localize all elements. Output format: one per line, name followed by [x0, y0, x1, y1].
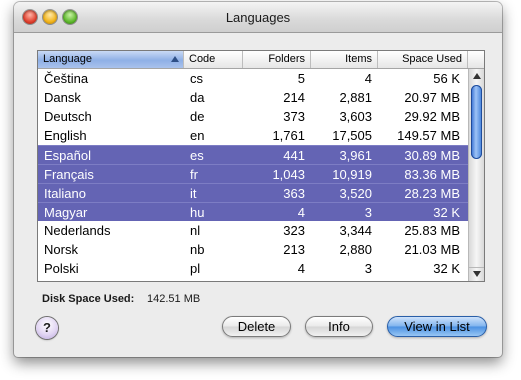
cell-space-used: 25.83 MB: [404, 223, 460, 238]
cell-items: 3,603: [339, 109, 372, 124]
cell-folders: 1,043: [272, 167, 305, 182]
cell-folders: 213: [283, 242, 305, 257]
cell-folders: 1,761: [272, 128, 305, 143]
table-row[interactable]: Français fr 1,043 10,919 83.36 MB: [38, 164, 468, 183]
cell-folders: 4: [297, 205, 305, 220]
cell-items: 2,880: [339, 242, 372, 257]
arrow-down-icon: [473, 271, 481, 277]
scroll-up-button[interactable]: [469, 69, 484, 82]
cell-code: cs: [190, 71, 203, 86]
cell-language: Italiano: [44, 186, 86, 201]
cell-items: 10,919: [332, 167, 372, 182]
cell-code: es: [190, 148, 204, 163]
cell-code: de: [190, 109, 205, 124]
view-in-list-button[interactable]: View in List: [387, 316, 487, 337]
cell-code: da: [190, 90, 205, 105]
cell-items: 3,344: [339, 223, 372, 238]
cell-items: 2,881: [339, 90, 372, 105]
title-bar[interactable]: Languages: [14, 2, 502, 33]
cell-language: Español: [44, 148, 91, 163]
cell-language: Norsk: [44, 242, 78, 257]
delete-button[interactable]: Delete: [222, 316, 291, 337]
table-row[interactable]: Deutsch de 373 3,603 29.92 MB: [38, 107, 468, 126]
cell-language: Polski: [44, 261, 79, 276]
cell-space-used: 32 K: [433, 261, 460, 276]
cell-language: Čeština: [44, 71, 89, 86]
table-row[interactable]: Polski pl 4 3 32 K: [38, 259, 468, 278]
table-row[interactable]: Nederlands nl 323 3,344 25.83 MB: [38, 221, 468, 240]
arrow-up-icon: [473, 73, 481, 79]
cell-language: Nederlands: [44, 223, 111, 238]
cell-items: 4: [364, 71, 372, 86]
cell-code: it: [190, 186, 197, 201]
column-header-label: Items: [345, 53, 372, 65]
info-button[interactable]: Info: [305, 316, 373, 337]
cell-items: 3,520: [339, 186, 372, 201]
cell-code: nl: [190, 223, 201, 238]
cell-space-used: 29.92 MB: [404, 109, 460, 124]
column-header-code[interactable]: Code: [184, 51, 243, 68]
languages-table: Language Code Folders Items Space Used Č…: [37, 50, 485, 282]
cell-space-used: 28.23 MB: [404, 186, 460, 201]
cell-code: fr: [190, 167, 198, 182]
cell-code: nb: [190, 242, 205, 257]
vertical-scrollbar[interactable]: [468, 69, 484, 281]
cell-folders: 363: [283, 186, 305, 201]
cell-items: 3: [364, 261, 372, 276]
sort-ascending-icon: [171, 56, 179, 62]
cell-language: Français: [44, 167, 94, 182]
column-header-label: Language: [43, 53, 92, 65]
table-body: Čeština cs 5 4 56 K Dansk da 214 2,881 2…: [38, 69, 468, 278]
table-row[interactable]: Norsk nb 213 2,880 21.03 MB: [38, 240, 468, 259]
cell-space-used: 32 K: [433, 205, 460, 220]
table-row[interactable]: Español es 441 3,961 30.89 MB: [38, 145, 468, 164]
scroll-down-button[interactable]: [469, 267, 484, 281]
column-header-label: Code: [189, 53, 216, 65]
column-header-space-used[interactable]: Space Used: [378, 51, 468, 68]
header-corner: [468, 51, 484, 69]
table-row[interactable]: Italiano it 363 3,520 28.23 MB: [38, 183, 468, 202]
cell-folders: 373: [283, 109, 305, 124]
help-button[interactable]: ?: [36, 317, 58, 339]
column-header-label: Folders: [268, 53, 305, 65]
cell-items: 17,505: [332, 128, 372, 143]
table-row[interactable]: Čeština cs 5 4 56 K: [38, 69, 468, 88]
cell-folders: 323: [283, 223, 305, 238]
table-row[interactable]: Magyar hu 4 3 32 K: [38, 202, 468, 221]
cell-space-used: 83.36 MB: [404, 167, 460, 182]
cell-folders: 441: [283, 148, 305, 163]
languages-window: Languages Language Code Folders Items Sp…: [14, 2, 502, 357]
window-title: Languages: [225, 10, 291, 25]
disk-space-value: 142.51 MB: [147, 293, 201, 305]
scroll-thumb[interactable]: [471, 85, 482, 159]
cell-language: English: [44, 128, 87, 143]
cell-space-used: 20.97 MB: [404, 90, 460, 105]
cell-code: pl: [190, 261, 201, 276]
cell-language: Magyar: [44, 205, 88, 220]
cell-folders: 4: [297, 261, 305, 276]
column-header-folders[interactable]: Folders: [243, 51, 311, 68]
table-header: Language Code Folders Items Space Used: [38, 51, 468, 69]
cell-space-used: 21.03 MB: [404, 242, 460, 257]
cell-code: hu: [190, 205, 205, 220]
cell-items: 3,961: [339, 148, 372, 163]
cell-code: en: [190, 128, 205, 143]
table-row[interactable]: Dansk da 214 2,881 20.97 MB: [38, 88, 468, 107]
cell-space-used: 149.57 MB: [397, 128, 460, 143]
column-header-language[interactable]: Language: [38, 51, 184, 68]
column-header-items[interactable]: Items: [311, 51, 378, 68]
column-header-label: Space Used: [402, 53, 462, 65]
cell-items: 3: [364, 205, 372, 220]
cell-language: Dansk: [44, 90, 81, 105]
cell-language: Deutsch: [44, 109, 92, 124]
table-row[interactable]: English en 1,761 17,505 149.57 MB: [38, 126, 468, 145]
cell-folders: 214: [283, 90, 305, 105]
disk-space-label: Disk Space Used:: [42, 293, 135, 305]
cell-space-used: 56 K: [433, 71, 460, 86]
cell-space-used: 30.89 MB: [404, 148, 460, 163]
cell-folders: 5: [297, 71, 305, 86]
